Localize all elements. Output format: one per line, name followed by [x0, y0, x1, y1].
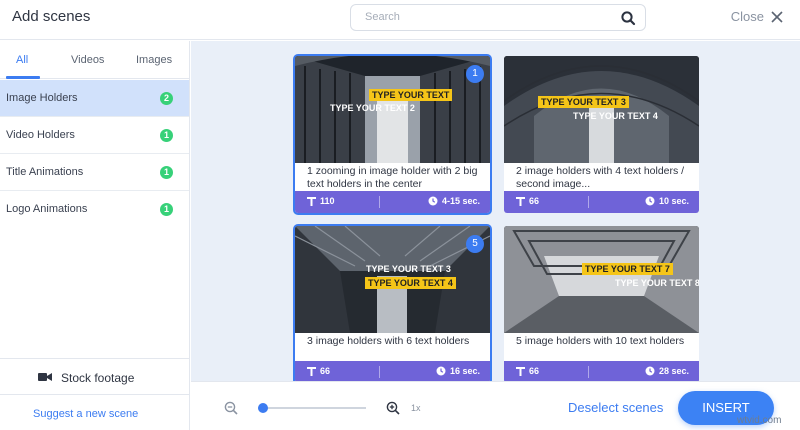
scene-grid: TYPE YOUR TEXT TYPE YOUR TEXT 2 1 1 zoom… [191, 41, 800, 385]
category-label: Logo Animations [6, 203, 88, 215]
category-label: Image Holders [6, 92, 78, 104]
category-video-holders[interactable]: Video Holders 1 [0, 117, 189, 154]
search-input[interactable]: Search [350, 4, 646, 31]
tab-images[interactable]: Images [136, 54, 172, 66]
scene-footer: 66 16 sec. [295, 361, 490, 383]
watermark: wtvid.com [737, 415, 782, 426]
text-holder-tag: TYPE YOUR TEXT 4 [573, 111, 658, 121]
text-holder-tag: TYPE YOUR TEXT 7 [582, 263, 673, 275]
scene-description: 5 image holders with 10 text holders [516, 335, 685, 347]
category-title-animations[interactable]: Title Animations 1 [0, 154, 189, 191]
deselect-scenes-button[interactable]: Deselect scenes [568, 400, 663, 415]
scene-description: 1 zooming in image holder with 2 big tex… [307, 165, 478, 190]
duration-value: 4-15 sec. [441, 196, 480, 206]
text-icon [516, 366, 525, 376]
scene-footer: 66 10 sec. [504, 191, 699, 213]
clock-icon [436, 366, 446, 376]
scene-card[interactable]: TYPE YOUR TEXT 3 TYPE YOUR TEXT 4 2 imag… [504, 56, 699, 213]
scene-footer: 110 4-15 sec. [295, 191, 490, 213]
text-icon [516, 196, 525, 206]
scene-duration: 4-15 sec. [428, 196, 480, 206]
zoom-out-icon[interactable] [224, 401, 238, 415]
character-count: 66 [307, 366, 330, 376]
zoom-level: 1x [411, 403, 421, 413]
category-count-badge: 1 [160, 129, 173, 142]
clock-icon [428, 196, 438, 206]
scene-duration: 10 sec. [645, 196, 689, 206]
scene-footer: 66 28 sec. [504, 361, 699, 383]
close-label: Close [730, 9, 764, 24]
character-count: 66 [516, 196, 539, 206]
page-title: Add scenes [12, 8, 91, 25]
category-count-badge: 1 [160, 166, 173, 179]
header: Add scenes Search Close [0, 0, 800, 40]
category-label: Title Animations [6, 166, 84, 178]
character-count: 110 [307, 196, 335, 206]
scene-description: 2 image holders with 4 text holders / se… [516, 165, 685, 190]
sidebar: All Videos Images Image Holders 2 Video … [0, 41, 190, 430]
text-icon [307, 366, 316, 376]
text-holder-tag: TYPE YOUR TEXT 3 [538, 96, 629, 108]
close-button[interactable]: Close [731, 9, 784, 24]
character-count-value: 66 [529, 196, 540, 206]
tab-all[interactable]: All [16, 54, 28, 66]
selection-number-badge: 1 [466, 65, 484, 83]
search-icon[interactable] [620, 10, 636, 26]
zoom-in-icon[interactable] [386, 401, 400, 415]
footer-divider [379, 196, 380, 208]
category-count-badge: 2 [160, 92, 173, 105]
text-holder-tag: TYPE YOUR TEXT 4 [365, 277, 456, 289]
active-tab-indicator [6, 76, 40, 79]
text-holder-tag: TYPE YOUR TEXT [369, 89, 453, 101]
stock-footage-button[interactable]: Stock footage [0, 358, 189, 395]
text-icon [307, 196, 316, 206]
text-holder-tag: TYPE YOUR TEXT 3 [366, 264, 451, 274]
category-image-holders[interactable]: Image Holders 2 [0, 80, 189, 117]
category-logo-animations[interactable]: Logo Animations 1 [0, 191, 189, 228]
character-count-value: 110 [320, 196, 335, 206]
character-count-value: 66 [529, 366, 540, 376]
scene-card[interactable]: TYPE YOUR TEXT TYPE YOUR TEXT 2 1 1 zoom… [293, 54, 492, 215]
tab-videos[interactable]: Videos [71, 54, 104, 66]
scene-card[interactable]: TYPE YOUR TEXT 3 TYPE YOUR TEXT 4 5 3 im… [293, 224, 492, 385]
scene-duration: 16 sec. [436, 366, 480, 376]
zoom-slider-handle[interactable] [258, 403, 268, 413]
duration-value: 28 sec. [658, 366, 689, 376]
scene-duration: 28 sec. [645, 366, 689, 376]
close-icon [771, 10, 783, 23]
category-label: Video Holders [6, 129, 75, 141]
scene-description: 3 image holders with 6 text holders [307, 335, 470, 347]
camera-icon [38, 373, 52, 381]
text-holder-tag: TYPE YOUR TEXT 2 [330, 103, 415, 113]
footer-divider [588, 366, 589, 378]
category-count-badge: 1 [160, 203, 173, 216]
duration-value: 10 sec. [658, 196, 689, 206]
stock-footage-label: Stock footage [61, 371, 135, 385]
footer-divider [588, 196, 589, 208]
filter-tabs: All Videos Images [0, 41, 190, 79]
footer-toolbar: 1x Deselect scenes INSERT wtvid.com [191, 381, 800, 430]
search-placeholder: Search [365, 11, 400, 23]
character-count-value: 66 [320, 366, 331, 376]
duration-value: 16 sec. [449, 366, 480, 376]
character-count: 66 [516, 366, 539, 376]
clock-icon [645, 196, 655, 206]
zoom-slider[interactable] [258, 403, 366, 413]
selection-number-badge: 5 [466, 235, 484, 253]
scene-card[interactable]: TYPE YOUR TEXT 7 TYPE YOUR TEXT 8 5 imag… [504, 226, 699, 383]
footer-divider [379, 366, 380, 378]
text-holder-tag: TYPE YOUR TEXT 8 [615, 278, 699, 288]
suggest-scene-link[interactable]: Suggest a new scene [33, 408, 138, 420]
clock-icon [645, 366, 655, 376]
